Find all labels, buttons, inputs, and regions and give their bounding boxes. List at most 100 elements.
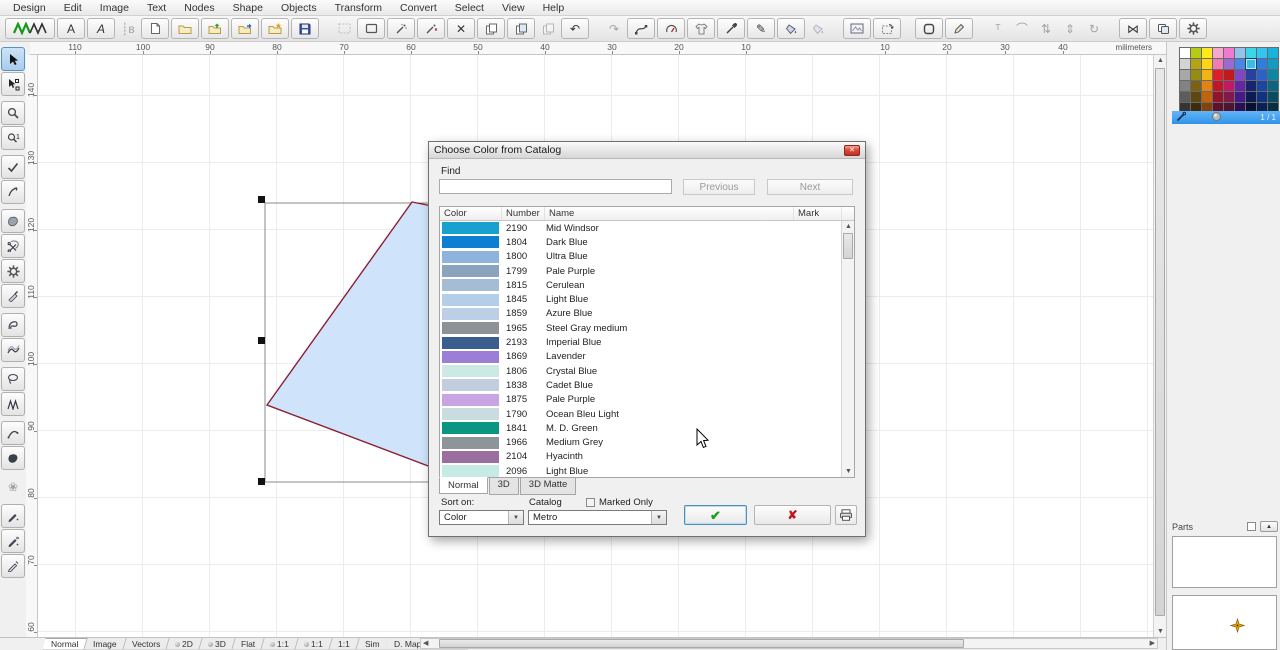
palette-swatch[interactable] [1191,92,1201,102]
view-tab-flat[interactable]: Flat [232,638,265,650]
palette-swatch[interactable] [1257,81,1267,91]
palette-swatch[interactable] [1224,48,1234,58]
selection-handle[interactable] [258,196,265,203]
export-design-button[interactable] [231,18,259,39]
palette-swatch[interactable] [1213,92,1223,102]
table-scroll-thumb[interactable] [843,233,853,259]
palette-swatch[interactable] [1268,92,1278,102]
palette-swatch[interactable] [1268,59,1278,69]
catalog-color-row[interactable]: 2190Mid Windsor [440,221,841,235]
copy-objects-button[interactable] [477,18,505,39]
catalog-color-row[interactable]: 2104Hyacinth [440,450,841,464]
garment-button[interactable] [687,18,715,39]
next-button[interactable]: Next [767,179,853,195]
catalog-color-row[interactable]: 1966Medium Grey [440,435,841,449]
text-italic-tool-button[interactable]: A [87,18,115,39]
rotate-selection-button[interactable] [873,18,901,39]
image-frame-button[interactable] [843,18,871,39]
knife-tool[interactable] [1,284,25,308]
column-header-number[interactable]: Number [502,207,545,220]
palette-swatch[interactable] [1191,59,1201,69]
marked-only-option[interactable]: Marked Only [586,497,653,508]
duplicate-objects-button[interactable] [507,18,535,39]
gauge-button[interactable] [657,18,685,39]
palette-swatch[interactable] [1213,81,1223,91]
palette-swatch[interactable] [1268,81,1278,91]
catalog-color-row[interactable]: 1838Cadet Blue [440,378,841,392]
new-design-button[interactable] [141,18,169,39]
freehand-shape-tool[interactable] [1,209,25,233]
ribbon-tool[interactable] [1,338,25,362]
fill-shape-tool[interactable] [1,446,25,470]
catalog-color-row[interactable]: 1815Cerulean [440,278,841,292]
palette-swatch[interactable] [1235,48,1245,58]
current-thread-bar[interactable]: 1 / 1 [1172,111,1280,124]
wand-add-button[interactable] [387,18,415,39]
parts-checkbox[interactable] [1247,522,1256,531]
palette-swatch[interactable] [1202,70,1212,80]
table-scrollbar[interactable]: ▲ ▼ [841,221,854,477]
undo-button[interactable]: ↶ [561,18,589,39]
save-design-button[interactable] [291,18,319,39]
canvas-horizontal-scrollbar[interactable]: ◀ ▶ [420,638,1158,649]
palette-swatch[interactable] [1268,48,1278,58]
measure-tool[interactable] [1,155,25,179]
palette-swatch[interactable] [1268,70,1278,80]
catalog-color-row[interactable]: 1875Pale Purple [440,393,841,407]
catalog-color-row[interactable]: 1845Light Blue [440,292,841,306]
palette-swatch[interactable] [1257,70,1267,80]
view-tab-1-1[interactable]: 1:1 [329,638,359,650]
cut-shape-tool[interactable] [1,234,25,258]
scroll-up-icon[interactable]: ▲ [1157,57,1164,64]
palette-swatch[interactable] [1213,59,1223,69]
column-header-name[interactable]: Name [545,207,794,220]
open-special-button[interactable] [261,18,289,39]
arc-tool[interactable] [1,421,25,445]
view-tab-image[interactable]: Image [85,638,127,650]
zigzag-stitch-tool[interactable] [1,392,25,416]
pen-tool-c[interactable] [1,554,25,578]
palette-swatch[interactable] [1246,70,1256,80]
view-tab-2d[interactable]: 2D [167,638,203,650]
palette-swatch[interactable] [1191,81,1201,91]
scroll-down-icon[interactable]: ▼ [1157,628,1164,635]
column-header-mark[interactable]: Mark [794,207,842,220]
scroll-left-icon[interactable]: ◀ [423,640,428,647]
selection-handle[interactable] [258,337,265,344]
lasso-tool[interactable] [1,367,25,391]
catalog-color-row[interactable]: 1841M. D. Green [440,421,841,435]
parts-list[interactable] [1172,536,1277,588]
print-button[interactable] [835,505,857,525]
catalog-color-row[interactable]: 2096Light Blue [440,464,841,478]
view-tab-sim[interactable]: Sim [356,638,389,650]
catalog-color-row[interactable]: 1804Dark Blue [440,235,841,249]
tab-3d-matte[interactable]: 3D Matte [520,478,577,495]
find-input[interactable] [439,179,672,194]
palette-swatch[interactable] [1180,92,1190,102]
cancel-button[interactable]: ✘ [754,505,831,525]
view-tab-vectors[interactable]: Vectors [123,638,170,650]
palette-swatch[interactable] [1224,92,1234,102]
palette-swatch[interactable] [1246,48,1256,58]
pen-tool-a[interactable] [1,504,25,528]
menu-objects[interactable]: Objects [272,1,326,15]
palette-swatch[interactable] [1180,81,1190,91]
palette-swatch[interactable] [1191,70,1201,80]
scroll-right-icon[interactable]: ▶ [1150,640,1155,647]
menu-help[interactable]: Help [534,1,574,15]
menu-image[interactable]: Image [91,1,138,15]
palette-swatch[interactable] [1180,70,1190,80]
delete-object-button[interactable]: ✕ [447,18,475,39]
ok-button[interactable]: ✔ [684,505,747,525]
palette-swatch[interactable] [1257,92,1267,102]
palette-swatch[interactable] [1213,70,1223,80]
menu-shape[interactable]: Shape [224,1,272,15]
hoop-button[interactable] [915,18,943,39]
table-scroll-down-icon[interactable]: ▼ [845,468,852,475]
palette-swatch[interactable] [1180,48,1190,58]
open-design-button[interactable] [171,18,199,39]
brush-tool-button[interactable] [945,18,973,39]
palette-swatch[interactable] [1235,59,1245,69]
select-tool[interactable] [1,47,25,71]
catalog-color-row[interactable]: 1869Lavender [440,350,841,364]
